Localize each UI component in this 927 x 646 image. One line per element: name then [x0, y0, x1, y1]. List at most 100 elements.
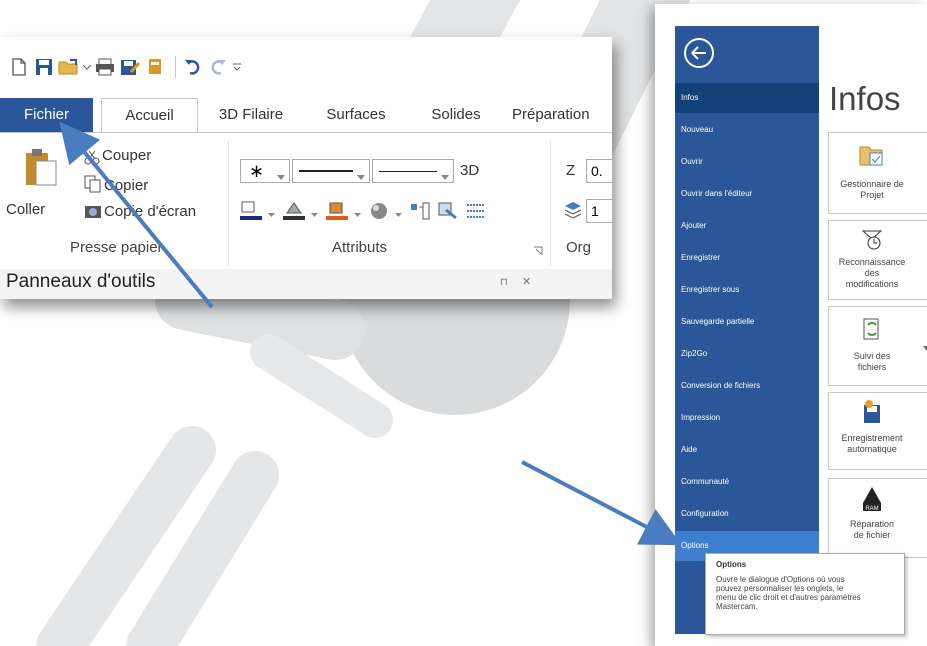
- tile-label: de fichier: [853, 530, 891, 540]
- nav-zip2go[interactable]: Zip2Go: [675, 339, 819, 369]
- copy-button[interactable]: Copier: [104, 177, 148, 194]
- point-style-dropdown[interactable]: ∗: [240, 159, 290, 183]
- nav-conversion-fichiers[interactable]: Conversion de fichiers: [675, 371, 819, 401]
- panel-pin-icon[interactable]: ⊓: [500, 277, 508, 288]
- chevron-down-icon[interactable]: [395, 205, 402, 223]
- ribbon-panel: Fichier Accueil 3D Filaire Surfaces Soli…: [0, 37, 612, 299]
- book-icon[interactable]: [144, 55, 166, 79]
- chevron-down-icon[interactable]: [268, 205, 275, 223]
- tile-label: Projet: [860, 190, 884, 200]
- tile-label: fichiers: [857, 362, 887, 372]
- ram-label: RAM: [865, 506, 878, 512]
- group-separator: [228, 141, 229, 265]
- tab-surfaces[interactable]: Surfaces: [316, 98, 396, 132]
- tile-label: Enregistrement: [841, 433, 903, 443]
- chevron-down-icon: [357, 168, 365, 186]
- tile-label: modifications: [845, 279, 899, 289]
- nav-communaute[interactable]: Communauté: [675, 467, 819, 497]
- fill-color-icon[interactable]: [283, 201, 305, 226]
- copy-icon: [84, 175, 102, 198]
- group-label-org: Org: [566, 239, 592, 256]
- line-width-preview: [379, 171, 437, 172]
- project-folder-icon: [829, 143, 927, 169]
- tool-panels-strip: Panneaux d'outils ⊓ ✕: [0, 269, 612, 299]
- back-arrow-icon[interactable]: [684, 38, 714, 68]
- nav-impression[interactable]: Impression: [675, 403, 819, 433]
- quick-access-toolbar: [8, 54, 245, 80]
- chevron-down-icon[interactable]: [354, 205, 361, 223]
- nav-ajouter[interactable]: Ajouter: [675, 211, 819, 241]
- nav-enregistrer[interactable]: Enregistrer: [675, 243, 819, 273]
- tooltip-line: menu de clic droit et d'autres paramètre…: [716, 593, 861, 602]
- set-all-icon[interactable]: [410, 202, 430, 225]
- print-icon[interactable]: [94, 55, 116, 79]
- nav-nouveau[interactable]: Nouveau: [675, 115, 819, 145]
- tab-3d-filaire[interactable]: 3D Filaire: [206, 98, 296, 132]
- material-icon[interactable]: [369, 201, 389, 226]
- point-color-icon[interactable]: [240, 201, 262, 226]
- tab-preparation[interactable]: Préparation: [512, 98, 612, 132]
- line-style-preview: [299, 170, 353, 172]
- tile-label: Suivi des: [853, 351, 891, 361]
- nav-configuration[interactable]: Configuration: [675, 499, 819, 529]
- nav-enregistrer-sous[interactable]: Enregistrer sous: [675, 275, 819, 305]
- nav-infos[interactable]: Infos: [675, 83, 819, 113]
- paste-button[interactable]: [24, 147, 58, 192]
- redo-icon[interactable]: [207, 55, 229, 79]
- change-recognition-icon: [829, 227, 927, 251]
- group-label-attributs: Attributs: [332, 239, 388, 256]
- tile-label: Reconnaissance: [838, 257, 906, 267]
- panel-title: Panneaux d'outils: [6, 271, 156, 292]
- group-separator: [550, 141, 551, 265]
- three-d-toggle[interactable]: 3D: [460, 162, 479, 179]
- line-style-dropdown[interactable]: [292, 159, 370, 183]
- group-label-presse-papier: Presse papier: [70, 239, 163, 256]
- nav-ouvrir-editeur[interactable]: Ouvrir dans l'éditeur: [675, 179, 819, 209]
- level-input[interactable]: 1: [586, 199, 612, 223]
- customize-toolbar-icon[interactable]: [232, 55, 242, 79]
- save-icon[interactable]: [33, 55, 55, 79]
- nav-ouvrir[interactable]: Ouvrir: [675, 147, 819, 177]
- grid-attributes-icon[interactable]: [466, 202, 486, 225]
- chevron-down-icon[interactable]: [311, 205, 318, 223]
- save-as-icon[interactable]: [119, 55, 141, 79]
- tile-label: Réparation: [849, 519, 895, 529]
- z-depth-input[interactable]: 0.: [586, 159, 612, 183]
- tooltip-line: pouvez personnaliser les onglets, le: [716, 584, 844, 593]
- backstage-view: Infos Nouveau Ouvrir Ouvrir dans l'édite…: [655, 4, 927, 646]
- chevron-down-icon: [441, 168, 449, 186]
- tab-fichier[interactable]: Fichier: [0, 98, 93, 132]
- decor-bar: [155, 270, 365, 360]
- project-manager-tile[interactable]: Gestionnaire de Projet: [828, 132, 927, 214]
- change-recognition-tile[interactable]: Reconnaissance des modifications: [828, 220, 927, 300]
- tab-solides[interactable]: Solides: [420, 98, 492, 132]
- nav-sauvegarde-partielle[interactable]: Sauvegarde partielle: [675, 307, 819, 337]
- asterisk-icon: ∗: [249, 161, 265, 181]
- camera-icon: [84, 203, 102, 224]
- ribbon-tabs: Fichier Accueil 3D Filaire Surfaces Soli…: [0, 98, 612, 133]
- cut-icon: [84, 149, 100, 170]
- chevron-down-icon[interactable]: [83, 55, 91, 79]
- nav-aide[interactable]: Aide: [675, 435, 819, 465]
- attribute-select-icon[interactable]: [438, 202, 458, 225]
- file-tracking-tile[interactable]: Suivi des fichiers: [828, 306, 927, 386]
- screenshot-button[interactable]: Copie d'écran: [104, 203, 196, 220]
- undo-icon[interactable]: [182, 55, 204, 79]
- solid-color-icon[interactable]: [326, 201, 348, 226]
- clipboard-icon: [26, 149, 57, 186]
- cut-button[interactable]: Couper: [102, 147, 151, 164]
- file-repair-tile[interactable]: RAM Réparation de fichier: [828, 478, 927, 558]
- tile-label: des: [864, 268, 880, 278]
- new-file-icon[interactable]: [8, 55, 30, 79]
- attribute-tools-row: [240, 201, 486, 226]
- tab-accueil[interactable]: Accueil: [101, 98, 198, 133]
- levels-icon: [564, 201, 582, 224]
- open-folder-icon[interactable]: [58, 55, 80, 79]
- autosave-tile[interactable]: Enregistrement automatique: [828, 392, 927, 470]
- close-icon[interactable]: ✕: [522, 275, 531, 288]
- backstage-nav: Infos Nouveau Ouvrir Ouvrir dans l'édite…: [675, 26, 819, 634]
- options-tooltip: Options Ouvre le dialogue d'Options où v…: [705, 553, 905, 635]
- paste-label[interactable]: Coller: [6, 201, 45, 218]
- dialog-launcher-icon[interactable]: [533, 243, 543, 261]
- line-width-dropdown[interactable]: [372, 159, 454, 183]
